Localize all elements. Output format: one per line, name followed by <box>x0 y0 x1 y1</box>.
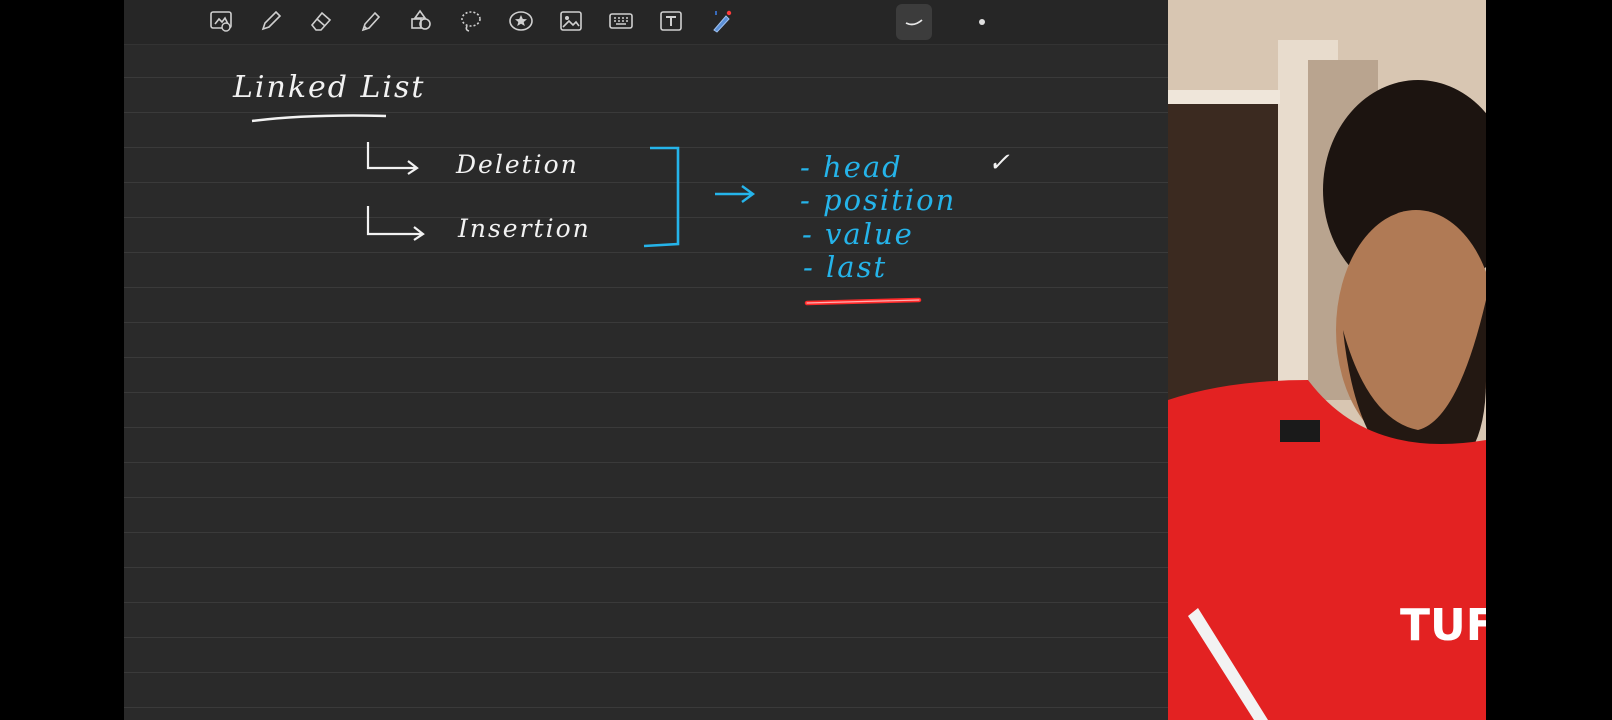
right-letterbox <box>1486 0 1612 720</box>
webcam-video: TUF <box>1168 0 1486 720</box>
presenter-image: TUF <box>1168 0 1486 720</box>
text-icon[interactable] <box>656 6 686 36</box>
sticker-icon[interactable] <box>506 6 536 36</box>
branch-arrow-2 <box>366 206 425 241</box>
bracket-mark <box>643 146 680 248</box>
stroke-style-icon[interactable] <box>896 4 932 40</box>
pen-size-dot-icon[interactable] <box>979 19 985 25</box>
eraser-icon[interactable] <box>306 6 336 36</box>
list-item-value: - value <box>802 217 914 251</box>
list-item-head: - head <box>800 150 903 184</box>
list-item-position: - position <box>800 183 957 217</box>
arrow-to-list <box>715 185 756 203</box>
highlighter-icon[interactable] <box>356 6 386 36</box>
add-page-icon[interactable] <box>206 6 236 36</box>
check-mark: ✓ <box>988 148 1010 178</box>
keyboard-icon[interactable] <box>606 6 636 36</box>
image-icon[interactable] <box>556 6 586 36</box>
lasso-icon[interactable] <box>456 6 486 36</box>
svg-text:TUF: TUF <box>1400 600 1486 651</box>
drawing-toolbar <box>124 0 1168 45</box>
list-item-last: - last <box>803 250 888 284</box>
note-title: Linked List <box>233 70 426 105</box>
shapes-icon[interactable] <box>406 6 436 36</box>
branch-deletion: Deletion <box>456 150 579 179</box>
pen-icon[interactable] <box>256 6 286 36</box>
branch-arrow-1 <box>366 142 419 175</box>
red-underline <box>804 297 922 306</box>
note-canvas[interactable] <box>124 0 1168 720</box>
title-underline <box>251 114 387 123</box>
laser-pointer-icon[interactable] <box>706 6 736 36</box>
branch-insertion: Insertion <box>458 214 591 243</box>
